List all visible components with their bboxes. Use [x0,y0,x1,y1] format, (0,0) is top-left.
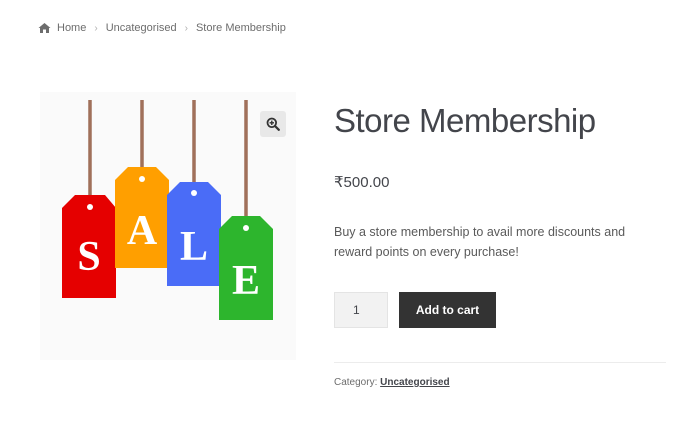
product-price: ₹500.00 [334,174,390,191]
add-to-cart-button[interactable]: Add to cart [399,292,496,328]
sale-tags-graphic: S A L E [62,100,273,320]
category-link[interactable]: Uncategorised [380,377,449,388]
tag-l: L [167,182,221,286]
breadcrumb-current: Store Membership [195,22,286,34]
breadcrumb-separator: › [184,22,188,34]
product-meta: Category: Uncategorised [334,377,450,388]
tag-letter-a: A [127,208,158,254]
tag-a: A [115,167,169,268]
divider [334,362,666,363]
zoom-button[interactable] [260,111,286,137]
product-description: Buy a store membership to avail more dis… [334,225,626,259]
product-image[interactable]: S A L E [40,92,296,360]
breadcrumb-home-link[interactable]: Home [57,22,86,34]
tag-letter-s: S [77,234,100,280]
quantity-input[interactable] [334,292,388,328]
home-icon[interactable] [38,22,51,34]
tag-e: E [219,216,273,320]
breadcrumb: Home › Uncategorised › Store Membership [38,20,286,36]
tag-letter-l: L [180,224,208,270]
category-label: Category: [334,377,378,388]
tag-s: S [62,195,116,298]
zoom-in-icon [266,117,280,131]
tag-letter-e: E [232,258,260,304]
breadcrumb-category-link[interactable]: Uncategorised [106,22,177,34]
product-title: Store Membership [334,102,596,139]
breadcrumb-separator: › [94,22,98,34]
